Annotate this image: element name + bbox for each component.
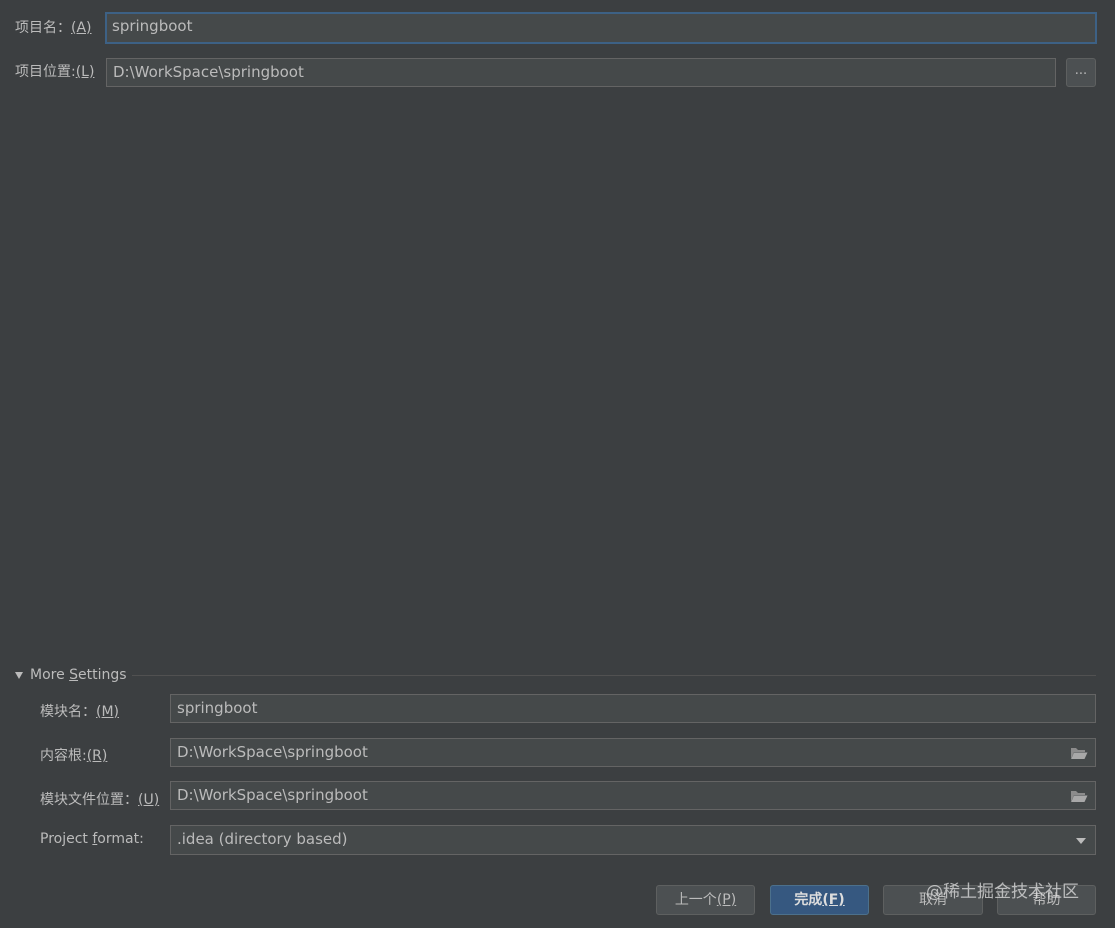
section-divider — [132, 675, 1096, 676]
chevron-down-icon[interactable] — [1076, 838, 1086, 844]
module-name-value: springboot — [177, 699, 258, 717]
project-name-input[interactable]: springboot — [105, 12, 1097, 44]
module-name-label-text: 模块名： — [40, 704, 96, 720]
project-location-label: 项目位置:(L) — [15, 63, 94, 81]
project-format-label-post: ormat: — [97, 831, 144, 847]
project-format-value: .idea (directory based) — [177, 830, 348, 848]
more-settings-toggle[interactable]: More Settings — [30, 666, 127, 684]
more-settings-title-post: ettings — [78, 667, 127, 683]
folder-icon[interactable] — [1070, 789, 1088, 803]
module-name-mnemonic: (M) — [96, 704, 120, 720]
project-format-select[interactable]: .idea (directory based) — [170, 825, 1096, 855]
finish-button[interactable]: 完成(F) — [770, 885, 869, 915]
module-name-input[interactable]: springboot — [170, 694, 1096, 723]
module-file-input[interactable]: D:\WorkSpace\springboot — [170, 781, 1096, 810]
more-settings-title-pre: More — [30, 667, 70, 683]
browse-location-button[interactable]: ... — [1066, 58, 1096, 87]
watermark: @稀土掘金技术社区 — [926, 882, 1079, 902]
project-location-mnemonic: (L) — [75, 64, 95, 80]
project-location-input[interactable]: D:\WorkSpace\springboot — [106, 58, 1056, 87]
project-location-value: D:\WorkSpace\springboot — [113, 63, 304, 81]
triangle-down-icon[interactable] — [15, 672, 23, 679]
project-name-value: springboot — [112, 17, 193, 35]
project-location-label-text: 项目位置: — [15, 64, 76, 80]
previous-button-mnemonic: (P) — [716, 892, 737, 908]
content-root-mnemonic: (R) — [86, 748, 108, 764]
content-root-value: D:\WorkSpace\springboot — [177, 743, 368, 761]
previous-button-label: 上一个 — [674, 892, 717, 908]
project-format-label-pre: Project — [40, 831, 93, 847]
folder-icon[interactable] — [1070, 746, 1088, 760]
project-name-label: 项目名：(A) — [15, 19, 92, 37]
content-root-label: 内容根:(R) — [40, 747, 107, 765]
module-file-mnemonic: (U) — [138, 792, 160, 808]
project-format-label: Project format: — [40, 830, 144, 848]
module-file-value: D:\WorkSpace\springboot — [177, 786, 368, 804]
module-file-label-text: 模块文件位置： — [40, 792, 138, 808]
module-file-label: 模块文件位置：(U) — [40, 791, 159, 809]
project-name-mnemonic: (A) — [71, 20, 92, 36]
project-name-label-text: 项目名： — [15, 20, 71, 36]
finish-button-label: 完成 — [794, 892, 823, 908]
content-root-input[interactable]: D:\WorkSpace\springboot — [170, 738, 1096, 767]
content-root-label-text: 内容根: — [40, 748, 87, 764]
finish-button-mnemonic: (F) — [822, 892, 845, 908]
module-name-label: 模块名：(M) — [40, 703, 119, 721]
previous-button[interactable]: 上一个(P) — [656, 885, 755, 915]
more-settings-title-mnemonic: S — [69, 667, 79, 683]
